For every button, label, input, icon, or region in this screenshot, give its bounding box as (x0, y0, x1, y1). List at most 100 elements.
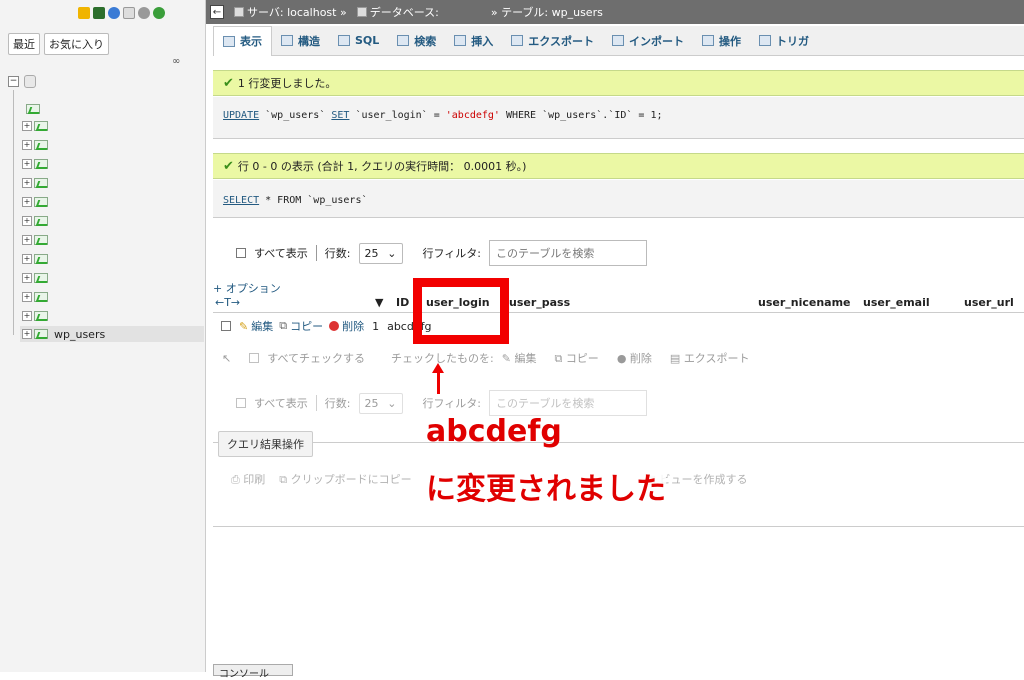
table-icon (34, 273, 48, 283)
table-icon (34, 311, 48, 321)
tab-import[interactable]: インポート (603, 27, 693, 55)
column-header-user-url[interactable]: user_url (964, 296, 1014, 309)
rows-select[interactable]: 25 ⌄ (358, 392, 403, 414)
collapse-panel-button[interactable]: ← (210, 5, 224, 19)
bulk-export-button[interactable]: ▤ エクスポート (670, 350, 750, 366)
print-button[interactable]: ⎙ 印刷 (231, 471, 265, 487)
breadcrumb-server[interactable]: サーバ: localhost » (234, 4, 347, 20)
copy-clipboard-button[interactable]: ⧉ クリップボードにコピー (279, 471, 411, 487)
expand-icon[interactable]: + (22, 311, 32, 321)
recent-favorites-tabs: 最近 お気に入り (8, 33, 109, 55)
help-icon[interactable] (108, 7, 120, 19)
tree-table-item[interactable]: + (22, 175, 48, 191)
import-icon (611, 35, 624, 46)
tab-insert[interactable]: 挿入 (445, 27, 502, 55)
tree-database-root[interactable]: − (8, 75, 38, 90)
expand-icon[interactable]: + (22, 197, 32, 207)
row-delete-button[interactable]: 削除 (329, 318, 364, 334)
expand-icon[interactable]: + (22, 273, 32, 283)
reload-icon[interactable] (153, 7, 165, 19)
highlight-box (413, 278, 509, 344)
options-link[interactable]: + オプション (213, 280, 281, 296)
navigation-panel: 最近 お気に入り ∞ − + + + + + + + + + + + + wp_… (0, 0, 206, 672)
show-all-label: すべて表示 (254, 397, 308, 410)
table-icon (34, 216, 48, 226)
tree-table-item[interactable]: + (22, 270, 48, 286)
expand-icon[interactable]: + (22, 216, 32, 226)
breadcrumb-table[interactable]: » テーブル: wp_users (491, 4, 603, 20)
database-icon (24, 75, 36, 88)
server-icon (234, 7, 244, 17)
tab-sql[interactable]: SQL (329, 27, 388, 55)
row-copy-button[interactable]: ⧉ コピー (279, 318, 323, 334)
tab-export[interactable]: エクスポート (502, 27, 603, 55)
expand-icon[interactable]: + (22, 178, 32, 188)
recent-tab[interactable]: 最近 (8, 33, 40, 55)
tree-table-item[interactable]: + (22, 232, 48, 248)
cell-id[interactable]: 1 (372, 320, 379, 333)
tree-table-item[interactable]: + (22, 137, 48, 153)
expand-icon[interactable]: + (22, 292, 32, 302)
table-name[interactable]: wp_users (54, 328, 105, 341)
column-header-user-email[interactable]: user_email (863, 296, 930, 309)
column-resize-arrows[interactable]: ←T→ (215, 296, 240, 309)
home-icon[interactable] (78, 7, 90, 19)
settings-gear-icon[interactable] (138, 7, 150, 19)
tab-search[interactable]: 検索 (388, 27, 445, 55)
row-edit-button[interactable]: ✎ 編集 (239, 318, 273, 334)
expand-icon[interactable]: + (22, 159, 32, 169)
rows-select[interactable]: 25 ⌄ (358, 242, 403, 264)
tab-structure[interactable]: 構造 (272, 27, 329, 55)
show-all-checkbox[interactable] (236, 398, 246, 408)
new-table-icon (26, 104, 40, 114)
favorites-tab[interactable]: お気に入り (44, 33, 109, 55)
check-icon: ✔ (223, 158, 234, 174)
tab-triggers[interactable]: トリガ (750, 27, 818, 55)
check-all-checkbox[interactable] (249, 353, 260, 363)
show-all-checkbox[interactable] (236, 248, 246, 258)
collapse-icon[interactable]: − (8, 76, 19, 87)
column-header-user-nicename[interactable]: user_nicename (758, 296, 851, 309)
bulk-copy-button[interactable]: ⧉ コピー (554, 350, 598, 366)
row-filter-input[interactable]: このテーブルを検索 (489, 390, 648, 416)
search-icon (397, 35, 410, 46)
check-all-label[interactable]: すべてチェックする (267, 350, 365, 366)
expand-icon[interactable]: + (22, 329, 32, 339)
show-all-label: すべて表示 (254, 247, 308, 260)
pencil-icon: ✎ (239, 319, 249, 333)
annotation-value: abcdefg (426, 414, 562, 449)
tab-operations[interactable]: 操作 (693, 27, 750, 55)
tree-table-item[interactable]: + (22, 156, 48, 172)
expand-icon[interactable]: + (22, 140, 32, 150)
expand-icon[interactable]: + (22, 235, 32, 245)
tree-table-item[interactable]: + (22, 308, 48, 324)
tab-browse[interactable]: 表示 (213, 25, 272, 56)
expand-icon[interactable]: + (22, 254, 32, 264)
tree-table-item[interactable]: + (22, 213, 48, 229)
rows-label: 行数: (324, 397, 351, 410)
tree-line (13, 90, 14, 335)
bulk-edit-button[interactable]: ✎ 編集 (502, 350, 537, 366)
row-filter-input[interactable]: このテーブルを検索 (489, 240, 648, 266)
browse-icon (223, 35, 235, 47)
docs-icon[interactable] (123, 7, 135, 19)
console-button[interactable]: コンソール (213, 664, 293, 680)
column-header-id[interactable]: ID (396, 296, 409, 309)
tree-table-item[interactable]: + (22, 289, 48, 305)
update-sql-query: UPDATE `wp_users` SET `user_login` = 'ab… (213, 97, 1024, 139)
column-header-user-pass[interactable]: user_pass (509, 296, 570, 309)
bulk-delete-button[interactable]: ● 削除 (617, 350, 652, 366)
row-checkbox[interactable] (221, 321, 231, 331)
sort-icon[interactable]: ▼ (375, 296, 383, 309)
logout-icon[interactable] (93, 7, 105, 19)
tree-table-item[interactable]: + (22, 118, 48, 134)
expand-icon[interactable]: + (22, 121, 32, 131)
tree-table-item[interactable]: + (22, 251, 48, 267)
nav-icons (78, 7, 165, 19)
tree-table-item[interactable]: + (22, 194, 48, 210)
tree-new-table[interactable] (26, 101, 40, 117)
link-with-main-icon[interactable]: ∞ (172, 56, 180, 67)
table-icon (34, 197, 48, 207)
breadcrumb-database[interactable]: データベース: (356, 4, 439, 20)
tree-table-wp-users[interactable]: + wp_users (20, 326, 204, 342)
